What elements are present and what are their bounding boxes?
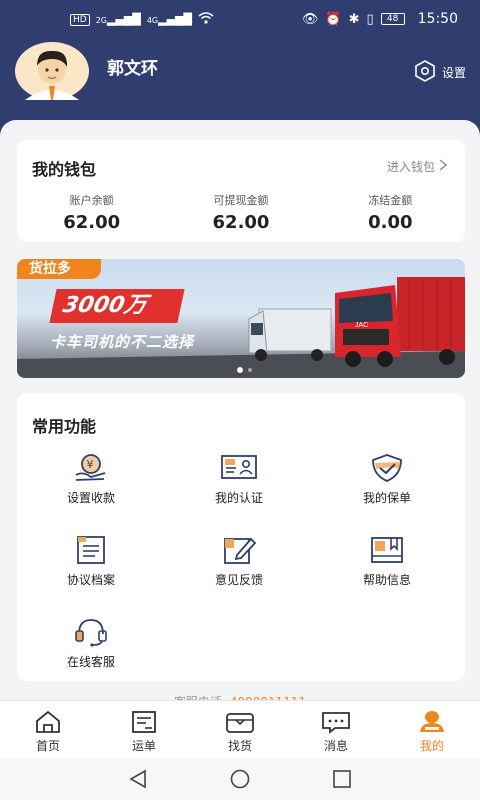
eye-icon: 👁 — [301, 11, 319, 27]
box-icon — [226, 713, 254, 733]
alarm-icon: ⏰ — [325, 11, 342, 27]
back-icon[interactable] — [128, 769, 148, 789]
status-bar: HD 2G▂▄▆█ 4G▂▄▆█ 👁 ⏰ ✱ ▯ 48 15:50 — [0, 0, 480, 38]
tab-waybill-label: 运单 — [131, 739, 156, 753]
wallet-frozen-label: 冻结金额 — [368, 194, 413, 207]
bottom-tab-bar: 首页 运单 找货 消息 我的 — [0, 700, 480, 758]
fn-set-payment-label: 设置收款 — [66, 491, 115, 505]
home-icon — [36, 710, 60, 733]
functions-card: 常用功能 ¥ 设置收款 我的认证 我的保单 协议档案 意见反馈 帮助信息 在线客… — [17, 393, 465, 681]
recent-apps-icon[interactable] — [332, 769, 352, 789]
fn-my-certification[interactable]: 我的认证 — [184, 453, 294, 506]
fn-help-info-label: 帮助信息 — [362, 573, 411, 587]
message-icon — [322, 712, 350, 734]
payment-icon: ¥ — [71, 453, 111, 483]
tab-mine-label: 我的 — [419, 739, 444, 753]
headset-icon — [71, 617, 111, 647]
banner-tag: 货拉多 — [17, 259, 101, 279]
avatar[interactable] — [15, 42, 89, 100]
enter-wallet-link[interactable]: 进入钱包 — [386, 158, 448, 175]
signal-2g-icon: 2G▂▄▆█ — [95, 13, 141, 26]
promo-banner[interactable]: JAC 货拉多 3000万 卡车司机的不二选择 — [17, 259, 465, 378]
username: 郭文环 — [107, 59, 158, 79]
banner-slogan: 卡车司机的不二选择 — [50, 333, 195, 351]
wallet-title: 我的钱包 — [32, 160, 97, 179]
wallet-withdrawable-label: 可提现金额 — [213, 194, 269, 207]
wallet-balance-value: 62.00 — [63, 212, 121, 233]
tab-find-goods[interactable]: 找货 — [192, 701, 288, 758]
wallet-frozen[interactable]: 冻结金额 0.00 — [316, 192, 465, 233]
banner-indicator-active — [237, 367, 243, 373]
settings-button[interactable]: 设置 — [414, 60, 466, 85]
wallet-balance[interactable]: 账户余额 62.00 — [17, 192, 166, 233]
wallet-frozen-value: 0.00 — [368, 212, 413, 233]
wifi-icon — [198, 12, 214, 27]
status-time: 15:50 — [417, 11, 458, 27]
vibrate-icon: ▯ — [366, 11, 374, 27]
hd-indicator: HD — [70, 13, 90, 26]
fn-agreement-archive-label: 协议档案 — [66, 573, 115, 587]
tab-messages-label: 消息 — [323, 739, 348, 753]
wallet-card: 我的钱包 进入钱包 账户余额 62.00 可提现金额 62.00 冻结金额 0.… — [17, 140, 465, 242]
waybill-icon — [132, 711, 156, 733]
chevron-right-icon — [439, 159, 448, 174]
fn-feedback[interactable]: 意见反馈 — [184, 535, 294, 588]
shield-check-icon — [367, 453, 407, 483]
fn-help-info[interactable]: 帮助信息 — [332, 535, 442, 588]
svg-text:JAC: JAC — [355, 322, 368, 329]
tab-find-goods-label: 找货 — [227, 739, 252, 753]
fn-my-policy[interactable]: 我的保单 — [332, 453, 442, 506]
status-left: HD 2G▂▄▆█ 4G▂▄▆█ — [70, 12, 214, 27]
tab-mine[interactable]: 我的 — [384, 701, 480, 758]
wallet-withdrawable[interactable]: 可提现金额 62.00 — [166, 192, 315, 233]
svg-text:¥: ¥ — [87, 458, 94, 471]
fn-my-policy-label: 我的保单 — [362, 491, 411, 505]
status-right: 👁 ⏰ ✱ ▯ 48 15:50 — [302, 11, 458, 27]
document-list-icon — [71, 535, 111, 565]
fn-set-payment[interactable]: ¥ 设置收款 — [36, 453, 146, 506]
tab-messages[interactable]: 消息 — [288, 701, 384, 758]
enter-wallet-label: 进入钱包 — [386, 160, 435, 174]
gear-icon — [414, 60, 436, 85]
fn-online-service[interactable]: 在线客服 — [36, 617, 146, 670]
fn-agreement-archive[interactable]: 协议档案 — [36, 535, 146, 588]
edit-icon — [219, 535, 259, 565]
fn-my-certification-label: 我的认证 — [214, 491, 263, 505]
help-book-icon — [367, 535, 407, 565]
settings-label: 设置 — [441, 66, 466, 80]
banner-indicator — [248, 368, 252, 372]
system-navigation-bar — [0, 758, 480, 800]
tab-waybill[interactable]: 运单 — [96, 701, 192, 758]
tab-home-label: 首页 — [35, 739, 60, 753]
bluetooth-icon: ✱ — [348, 11, 360, 27]
fn-online-service-label: 在线客服 — [66, 655, 115, 669]
wallet-balance-label: 账户余额 — [69, 194, 114, 207]
user-icon — [420, 711, 444, 732]
id-card-icon — [219, 453, 259, 483]
tab-home[interactable]: 首页 — [0, 701, 96, 758]
wallet-withdrawable-value: 62.00 — [212, 212, 270, 233]
functions-title: 常用功能 — [32, 417, 97, 436]
banner-headline: 3000万 — [49, 289, 185, 323]
fn-feedback-label: 意见反馈 — [214, 573, 263, 587]
battery-icon: 48 — [380, 13, 405, 25]
home-nav-icon[interactable] — [229, 769, 251, 789]
signal-4g-icon: 4G▂▄▆█ — [146, 13, 192, 26]
